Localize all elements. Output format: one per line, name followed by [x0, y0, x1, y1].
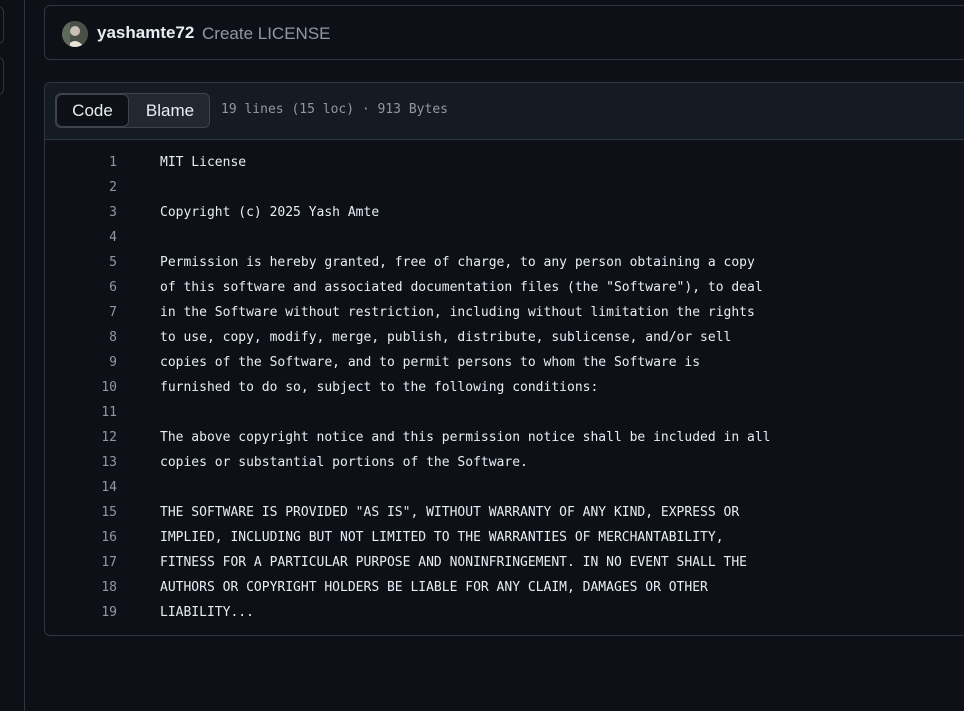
line-number[interactable]: 11 [45, 400, 117, 425]
code-line: 12 The above copyright notice and this pe… [45, 425, 964, 450]
line-number[interactable]: 9 [45, 350, 117, 375]
line-number[interactable]: 6 [45, 275, 117, 300]
view-toggle: Code Blame [55, 93, 210, 128]
line-content: MIT License [160, 155, 247, 170]
code-line: 19 LIABILITY... [45, 600, 964, 625]
line-content: IMPLIED, INCLUDING BUT NOT LIMITED TO TH… [160, 530, 724, 545]
code-line: 6 of this software and associated documen… [45, 275, 964, 300]
line-number[interactable]: 14 [45, 475, 117, 500]
code-line: 9 copies of the Software, and to permit p… [45, 350, 964, 375]
code-line: 3 Copyright (c) 2025 Yash Amte [45, 200, 964, 225]
line-content: LIABILITY... [160, 605, 254, 620]
line-number[interactable]: 10 [45, 375, 117, 400]
line-content: Permission is hereby granted, free of ch… [160, 255, 755, 270]
code-line: 14 [45, 475, 964, 500]
line-number[interactable]: 18 [45, 575, 117, 600]
line-content: Copyright (c) 2025 Yash Amte [160, 205, 380, 220]
line-content: THE SOFTWARE IS PROVIDED "AS IS", WITHOU… [160, 505, 740, 520]
line-number[interactable]: 2 [45, 175, 117, 200]
line-number[interactable]: 4 [45, 225, 117, 250]
left-rail [0, 0, 25, 711]
line-content: copies of the Software, and to permit pe… [160, 355, 701, 370]
code-line: 16 IMPLIED, INCLUDING BUT NOT LIMITED TO … [45, 525, 964, 550]
line-number[interactable]: 16 [45, 525, 117, 550]
line-number[interactable]: 1 [45, 150, 117, 175]
latest-commit-bar: yashamte72 Create LICENSE [44, 5, 964, 60]
code-line: 5 Permission is hereby granted, free of c… [45, 250, 964, 275]
file-header: Code Blame 19 lines (15 loc) · 913 Bytes [45, 83, 964, 140]
line-number[interactable]: 8 [45, 325, 117, 350]
line-number[interactable]: 5 [45, 250, 117, 275]
tab-code[interactable]: Code [56, 94, 129, 127]
code-line: 1 MIT License [45, 150, 964, 175]
code-line: 8 to use, copy, modify, merge, publish, d… [45, 325, 964, 350]
file-info: 19 lines (15 loc) · 913 Bytes [221, 102, 448, 117]
line-number[interactable]: 3 [45, 200, 117, 225]
line-content: in the Software without restriction, inc… [160, 305, 755, 320]
code-line: 2 [45, 175, 964, 200]
avatar-icon [62, 21, 88, 47]
code-line: 13 copies or substantial portions of the … [45, 450, 964, 475]
rail-secondary-button[interactable] [0, 57, 4, 95]
code-line: 10 furnished to do so, subject to the fol… [45, 375, 964, 400]
line-content: AUTHORS OR COPYRIGHT HOLDERS BE LIABLE F… [160, 580, 708, 595]
line-content: FITNESS FOR A PARTICULAR PURPOSE AND NON… [160, 555, 747, 570]
line-content: of this software and associated document… [160, 280, 763, 295]
line-number[interactable]: 17 [45, 550, 117, 575]
rail-toggle-button[interactable] [0, 6, 4, 44]
code-area[interactable]: 1 MIT License 2 3 Copyright (c) 2025 Yash Am… [45, 140, 964, 625]
commit-author-link[interactable]: yashamte72 [97, 23, 194, 43]
tab-blame[interactable]: Blame [134, 94, 206, 127]
avatar[interactable] [62, 21, 88, 47]
code-line: 4 [45, 225, 964, 250]
file-viewer: Code Blame 19 lines (15 loc) · 913 Bytes… [44, 82, 964, 636]
commit-message-link[interactable]: Create LICENSE [202, 24, 331, 44]
code-line: 7 in the Software without restriction, in… [45, 300, 964, 325]
code-line: 18 AUTHORS OR COPYRIGHT HOLDERS BE LIABLE… [45, 575, 964, 600]
line-content: to use, copy, modify, merge, publish, di… [160, 330, 732, 345]
line-content: copies or substantial portions of the So… [160, 455, 528, 470]
line-content: furnished to do so, subject to the follo… [160, 380, 599, 395]
line-number[interactable]: 12 [45, 425, 117, 450]
code-line: 17 FITNESS FOR A PARTICULAR PURPOSE AND N… [45, 550, 964, 575]
line-number[interactable]: 13 [45, 450, 117, 475]
line-number[interactable]: 7 [45, 300, 117, 325]
code-line: 15 THE SOFTWARE IS PROVIDED "AS IS", WITH… [45, 500, 964, 525]
line-number[interactable]: 19 [45, 600, 117, 625]
line-content: The above copyright notice and this perm… [160, 430, 771, 445]
line-number[interactable]: 15 [45, 500, 117, 525]
code-line: 11 [45, 400, 964, 425]
